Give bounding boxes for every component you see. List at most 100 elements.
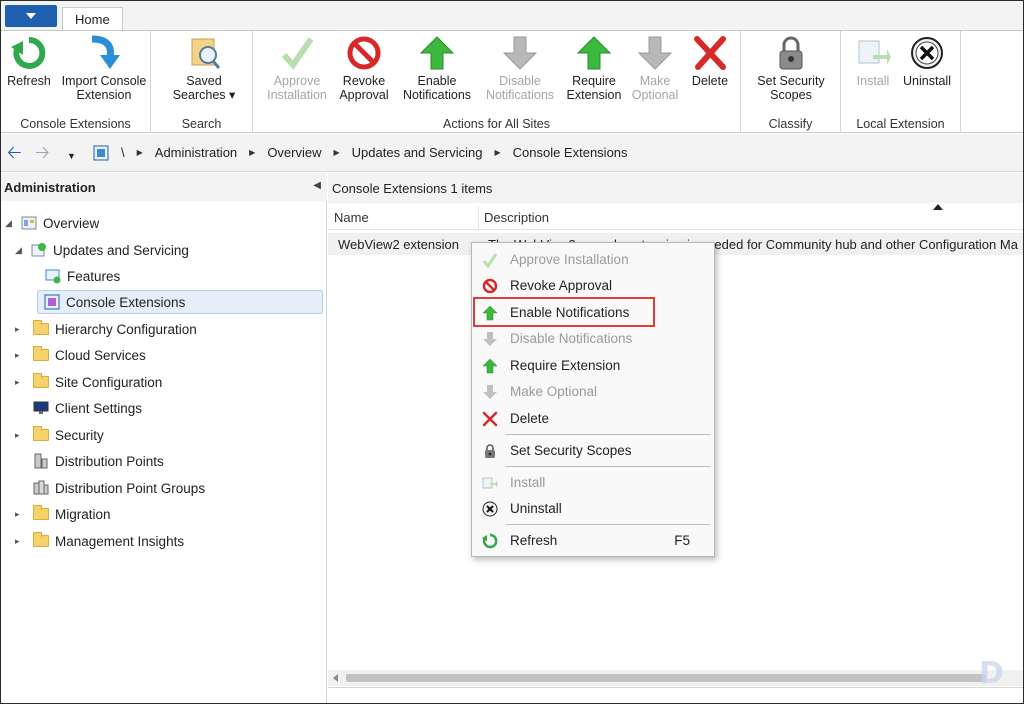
menu-item-delete[interactable]: Delete <box>474 407 712 431</box>
expander-open-icon[interactable]: ◢ <box>5 218 15 229</box>
tab-home[interactable]: Home <box>62 7 123 31</box>
monitor-icon <box>33 401 49 414</box>
require-extension-button[interactable]: Require Extension <box>563 35 625 102</box>
refresh-button[interactable]: Refresh <box>5 35 53 88</box>
scopes-label-line2: Scopes <box>770 88 812 102</box>
uninstall-button[interactable]: Uninstall <box>899 35 955 88</box>
tree-item-updates-and-servicing[interactable]: ◢ Updates and Servicing <box>15 238 189 262</box>
menu-item-require-extension[interactable]: Require Extension <box>474 354 712 378</box>
column-description[interactable]: Description <box>484 210 549 225</box>
refresh-icon <box>482 533 498 549</box>
enable-label-line2: Notifications <box>402 88 472 102</box>
watermark-logo: D <box>979 656 1004 691</box>
revoke-approval-button[interactable]: Revoke Approval <box>335 35 393 102</box>
server-icon <box>34 453 48 469</box>
disable-label-line1: Disable <box>499 74 541 88</box>
folder-icon <box>33 346 49 361</box>
install-icon <box>858 40 891 65</box>
expander-open-icon[interactable]: ◢ <box>15 245 25 256</box>
tree-item-label: Distribution Point Groups <box>55 480 206 496</box>
expander-closed-icon[interactable]: ▸ <box>15 430 25 441</box>
make-optional-button[interactable]: Make Optional <box>627 35 683 102</box>
menu-item-install[interactable]: Install <box>474 471 712 495</box>
menu-item-disable-notifications[interactable]: Disable Notifications <box>474 327 712 351</box>
expander-closed-icon[interactable]: ▸ <box>15 377 25 388</box>
menu-item-make-optional[interactable]: Make Optional <box>474 380 712 404</box>
menu-item-label: Set Security Scopes <box>510 443 632 458</box>
breadcrumb-console-extensions[interactable]: Console Extensions <box>513 145 628 160</box>
history-dropdown-icon[interactable]: ▼ <box>67 147 76 165</box>
tree-item-distribution-points[interactable]: Distribution Points <box>33 449 164 473</box>
tree-item-cloud-services[interactable]: ▸ Cloud Services <box>15 343 146 367</box>
breadcrumb-separator-icon: ▶ <box>249 148 256 157</box>
require-label-line1: Require <box>572 74 616 88</box>
scroll-left-icon[interactable] <box>333 674 338 682</box>
import-console-extension-button[interactable]: Import Console Extension <box>57 35 151 102</box>
tree-item-client-settings[interactable]: Client Settings <box>33 396 142 420</box>
group-label-search: Search <box>181 117 222 131</box>
checkmark-icon <box>482 253 498 268</box>
expander-closed-icon[interactable]: ▸ <box>15 509 25 520</box>
tree-item-label: Security <box>55 427 104 443</box>
tree-item-distribution-point-groups[interactable]: Distribution Point Groups <box>33 476 205 500</box>
folder-icon <box>33 532 49 547</box>
tree-item-features[interactable]: Features <box>45 264 120 288</box>
lock-icon <box>779 36 803 70</box>
tree-item-security[interactable]: ▸ Security <box>15 423 104 447</box>
menu-separator <box>506 434 710 435</box>
chevron-down-icon <box>26 13 36 19</box>
back-arrow-icon[interactable]: 🡠 <box>7 143 22 161</box>
horizontal-scrollbar[interactable] <box>328 670 1023 686</box>
menu-item-label: Delete <box>510 411 550 426</box>
approve-label-line1: Approve <box>273 74 321 88</box>
menu-separator <box>506 524 710 525</box>
breadcrumb-root[interactable]: \ <box>121 145 125 160</box>
enable-label-line1: Enable <box>417 74 457 88</box>
menu-item-revoke-approval[interactable]: Revoke Approval <box>474 274 712 298</box>
expander-closed-icon[interactable]: ▸ <box>15 350 25 361</box>
tree-item-console-extensions[interactable]: Console Extensions <box>37 290 323 314</box>
list-header: Console Extensions 1 items <box>328 173 1023 203</box>
tree-item-label: Client Settings <box>55 400 143 416</box>
uninstall-label: Uninstall <box>903 74 951 88</box>
tree-item-hierarchy-configuration[interactable]: ▸ Hierarchy Configuration <box>15 317 197 341</box>
breadcrumb-separator-icon: ▶ <box>136 148 143 157</box>
set-security-scopes-button[interactable]: Set Security Scopes <box>751 35 831 102</box>
menu-item-set-security-scopes[interactable]: Set Security Scopes <box>474 439 712 463</box>
enable-notifications-button[interactable]: Enable Notifications <box>397 35 477 102</box>
disable-notifications-button[interactable]: Disable Notifications <box>481 35 559 102</box>
red-x-icon <box>694 36 726 70</box>
tree-item-site-configuration[interactable]: ▸ Site Configuration <box>15 370 162 394</box>
menu-item-refresh[interactable]: Refresh F5 <box>474 529 712 553</box>
import-label-line2: Extension <box>76 88 132 102</box>
forward-arrow-icon[interactable]: 🡢 <box>35 143 50 161</box>
collapse-pane-icon[interactable]: ◀ <box>313 180 321 191</box>
delete-button[interactable]: Delete <box>685 35 735 88</box>
tree-item-management-insights[interactable]: ▸ Management Insights <box>15 529 184 553</box>
group-console-extensions: Refresh Import Console Extension Console… <box>1 31 151 133</box>
breadcrumb-updates-and-servicing[interactable]: Updates and Servicing <box>352 145 483 160</box>
tree-item-overview[interactable]: ◢ Overview <box>5 211 99 235</box>
install-button[interactable]: Install <box>849 35 897 88</box>
scrollbar-thumb[interactable] <box>346 674 986 682</box>
green-up-arrow-icon <box>482 358 498 374</box>
tree-item-migration[interactable]: ▸ Migration <box>15 502 111 526</box>
cell-name: WebView2 extension <box>338 237 459 252</box>
breadcrumb-administration[interactable]: Administration <box>155 145 237 160</box>
tree-item-label: Site Configuration <box>55 374 163 390</box>
column-divider[interactable] <box>478 206 479 230</box>
approve-installation-button[interactable]: Approve Installation <box>263 35 331 102</box>
saved-searches-button[interactable]: Saved Searches ▾ <box>169 35 239 102</box>
menu-item-approve-installation[interactable]: Approve Installation <box>474 248 712 272</box>
expander-closed-icon[interactable]: ▸ <box>15 536 25 547</box>
menu-item-uninstall[interactable]: Uninstall <box>474 497 712 521</box>
gray-down-arrow-icon <box>637 36 673 70</box>
import-arrow-icon <box>91 35 120 69</box>
breadcrumb-overview[interactable]: Overview <box>267 145 321 160</box>
folder-icon <box>33 426 49 441</box>
expander-closed-icon[interactable]: ▸ <box>15 324 25 335</box>
features-icon <box>45 269 61 284</box>
column-name[interactable]: Name <box>334 210 369 225</box>
app-window: Home Refresh Import Console Extension Co… <box>0 0 1024 704</box>
app-menu-button[interactable] <box>5 5 57 27</box>
